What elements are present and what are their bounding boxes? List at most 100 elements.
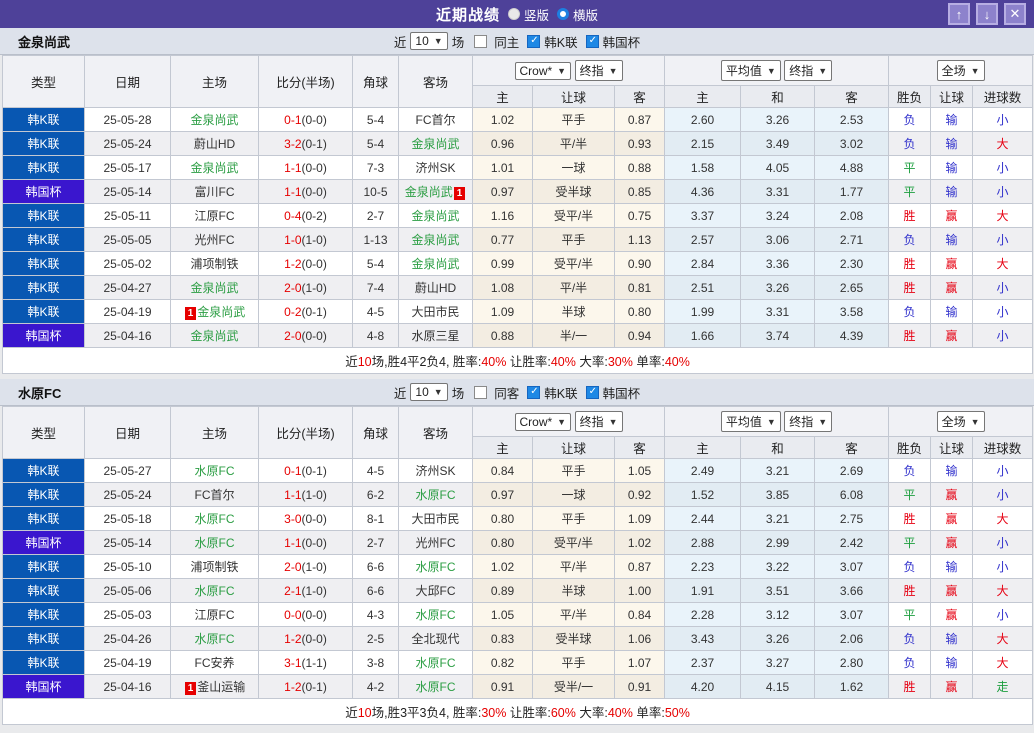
col-score: 比分(半场) (258, 55, 353, 108)
match-row: 韩K联 25-05-05 光州FC 1-0(1-0) 1-13 金泉尚武 0.77 平手 1.1… (2, 227, 1034, 252)
move-up-button[interactable]: ↑ (948, 3, 970, 25)
handicap-result-cell: 赢 (930, 275, 974, 300)
full-time-score: 0-1 (284, 112, 302, 127)
summary-segment: 30% (607, 355, 633, 369)
cup-checkbox[interactable] (585, 34, 599, 48)
score-cell: 1-0(1-0) (258, 227, 353, 252)
corner-cell: 8-1 (352, 506, 399, 531)
away-team-cell: 大田市民 (398, 506, 473, 531)
half-time-score: (0-1) (301, 136, 327, 151)
goals-result-cell: 走 (972, 674, 1034, 699)
same-venue-checkbox[interactable] (474, 34, 488, 48)
away-team-cell: 金泉尚武 (398, 203, 473, 228)
summary-segment: 30% (481, 706, 507, 720)
col-type: 类型 (2, 55, 85, 108)
wdl-result-cell: 平 (888, 482, 932, 507)
corner-cell: 4-5 (352, 458, 399, 483)
team-link: 水原三星 (411, 329, 460, 343)
league-type-cell: 韩国杯 (2, 323, 85, 348)
close-button[interactable]: ✕ (1004, 3, 1026, 25)
col-avg-home: 主 (664, 436, 742, 459)
date-cell: 25-05-06 (84, 578, 171, 603)
match-count-select[interactable]: 10 ▼ (410, 383, 448, 401)
corner-cell: 2-7 (352, 203, 399, 228)
col-let-away: 客 (613, 85, 666, 108)
layout-radio-vertical[interactable]: 竖版 (507, 5, 549, 24)
full-time-score: 3-0 (284, 511, 302, 526)
wdl-result-cell: 负 (888, 458, 932, 483)
chevron-down-icon: ▼ (557, 417, 567, 427)
wdl-result-cell: 胜 (888, 251, 932, 276)
radio-vertical-icon[interactable] (507, 8, 520, 20)
half-time-score: (1-0) (301, 583, 327, 598)
let-away-odds-cell: 1.02 (613, 530, 666, 555)
team-link: 江原FC (194, 608, 235, 622)
summary-row: 近10场,胜3平3负4, 胜率:30% 让胜率:60% 大率:40% 单率:50… (1, 698, 1034, 725)
league-type-cell: 韩K联 (2, 506, 85, 531)
move-down-button[interactable]: ↓ (976, 3, 998, 25)
handicap-result-cell: 输 (930, 107, 974, 132)
k-league-checkbox[interactable] (527, 385, 541, 399)
col-avg-home: 主 (664, 85, 742, 108)
team-bar: 金泉尚武 近 10▼ 场 同主 韩K联 韩国杯 (0, 28, 1034, 55)
bookmaker-select[interactable]: Crow* ▼ (514, 413, 572, 431)
average-select[interactable]: 平均值 ▼ (720, 411, 781, 432)
league-type-cell: 韩K联 (2, 203, 85, 228)
let-away-odds-cell: 0.92 (613, 482, 666, 507)
match-count-select[interactable]: 10 ▼ (410, 32, 448, 50)
bookmaker-select[interactable]: Crow* ▼ (514, 62, 572, 80)
corner-cell: 10-5 (352, 179, 399, 204)
date-cell: 25-05-03 (84, 602, 171, 627)
same-venue-label: 同主 (494, 35, 520, 50)
avg-away-odds-cell: 4.88 (814, 155, 890, 180)
k-league-checkbox[interactable] (527, 34, 541, 48)
average-stage-select[interactable]: 终指 ▼ (784, 411, 833, 432)
chevron-down-icon: ▼ (433, 387, 443, 397)
period-select[interactable]: 全场 ▼ (936, 60, 985, 81)
match-row: 韩K联 25-05-06 水原FC 2-1(1-0) 6-6 大邱FC 0.89 半球 1.00… (2, 578, 1034, 603)
period-select[interactable]: 全场 ▼ (936, 411, 985, 432)
wdl-result-cell: 负 (888, 626, 932, 651)
let-home-odds-cell: 0.80 (472, 530, 533, 555)
let-away-odds-cell: 0.93 (613, 131, 666, 156)
avg-home-odds-cell: 2.57 (664, 227, 742, 252)
handicap-stage-select[interactable]: 终指 ▼ (574, 411, 623, 432)
league-type-cell: 韩国杯 (2, 530, 85, 555)
full-time-score: 0-2 (284, 304, 302, 319)
let-away-odds-cell: 0.85 (613, 179, 666, 204)
let-line-cell: 平手 (532, 227, 615, 252)
date-cell: 25-05-02 (84, 251, 171, 276)
avg-draw-odds-cell: 3.85 (740, 482, 816, 507)
goals-result-cell: 小 (972, 275, 1034, 300)
bookmaker-value: Crow* (519, 415, 553, 429)
score-cell: 0-4(0-2) (258, 203, 353, 228)
handicap-result-cell: 输 (930, 179, 974, 204)
avg-away-odds-cell: 2.69 (814, 458, 890, 483)
team-link: 蔚山HD (193, 137, 236, 151)
average-select[interactable]: 平均值 ▼ (720, 60, 781, 81)
full-time-score: 2-0 (284, 280, 302, 295)
average-stage-select[interactable]: 终指 ▼ (784, 60, 833, 81)
radio-horizontal-icon[interactable] (557, 8, 569, 20)
let-home-odds-cell: 1.08 (472, 275, 533, 300)
away-team-cell: 水原三星 (398, 323, 473, 348)
score-cell: 1-1(0-0) (258, 179, 353, 204)
cup-checkbox[interactable] (585, 385, 599, 399)
layout-radio-horizontal[interactable]: 横版 (557, 5, 598, 24)
half-time-score: (0-1) (301, 304, 327, 319)
goals-result-cell: 大 (972, 506, 1034, 531)
same-venue-checkbox[interactable] (474, 385, 488, 399)
team-link: 水原FC (194, 632, 235, 646)
col-score: 比分(半场) (258, 406, 353, 459)
avg-away-odds-cell: 6.08 (814, 482, 890, 507)
away-team-cell: 大邱FC (398, 578, 473, 603)
avg-draw-odds-cell: 3.06 (740, 227, 816, 252)
league-type-cell: 韩国杯 (2, 674, 85, 699)
corner-cell: 5-4 (352, 131, 399, 156)
half-time-score: (0-0) (301, 631, 327, 646)
home-team-cell: 水原FC (170, 626, 259, 651)
handicap-stage-select[interactable]: 终指 ▼ (574, 60, 623, 81)
full-time-score: 1-2 (284, 256, 302, 271)
wdl-result-cell: 平 (888, 530, 932, 555)
goals-result-cell: 大 (972, 203, 1034, 228)
